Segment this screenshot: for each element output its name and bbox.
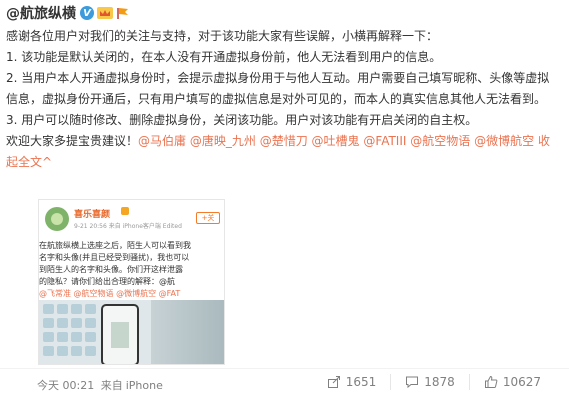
embed-line: @飞常准 @航空物语 @微博航空 @FAT <box>39 288 224 300</box>
post-paragraph: 感谢各位用户对我们的关注与支持，对于该功能大家有些误解，小横再解释一下： <box>6 29 439 43</box>
post-meta: 今天 00:21 来自 iPhone <box>37 377 163 393</box>
suggestion-line: 欢迎大家多提宝贵建议！@马伯庸 @唐映_九州 @楚惜刀 @吐槽鬼 @FATIII… <box>6 131 558 173</box>
post-paragraph: 1. 该功能是默认关闭的，在本人没有开通虚拟身份前，他人无法看到用户的信息。 <box>6 50 442 64</box>
embed-header: 喜乐喜颜 9-21 20:56 来自 iPhone客户端 Edited +关 <box>39 200 224 240</box>
embed-line-text: 在航旅纵横上选座之后，陌生人可以看到我 <box>39 241 191 250</box>
mention-link[interactable]: @唐映_九州 <box>190 134 256 148</box>
embed-line: 在航旅纵横上选座之后，陌生人可以看到我 <box>39 240 224 252</box>
mention-link[interactable]: @微博航空 <box>474 134 534 148</box>
share-icon <box>327 376 340 388</box>
embed-meta: 9-21 20:56 来自 iPhone客户端 Edited <box>74 223 182 230</box>
mention-link[interactable]: @航空物语 <box>410 134 470 148</box>
embed-line-text: 的隐私？请你们给出合理的解释：@航 <box>39 277 175 286</box>
post-paragraph: 2. 当用户本人开通虚拟身份时，会提示虚拟身份用于与他人互动。用户需要自己填写昵… <box>6 71 550 106</box>
comment-icon <box>406 376 419 389</box>
embed-photo-detail <box>151 300 224 364</box>
post-header: @航旅纵横 V <box>6 3 130 23</box>
comment-count: 1878 <box>424 375 455 389</box>
post-actions: 1651 1878 10627 <box>313 374 555 390</box>
embed-text: 在航旅纵横上选座之后，陌生人可以看到我 名字和头像(并且已经受到骚扰)，我也可以… <box>39 240 224 300</box>
embed-follow-button: +关 <box>196 212 220 224</box>
share-count: 1651 <box>345 375 377 389</box>
phone-icon <box>101 304 139 364</box>
embedded-screenshot[interactable]: 喜乐喜颜 9-21 20:56 来自 iPhone客户端 Edited +关 在… <box>38 199 225 365</box>
post-source[interactable]: iPhone <box>126 379 163 392</box>
mention-link[interactable]: @吐槽鬼 <box>312 134 360 148</box>
suggestion-text: 欢迎大家多提宝贵建议！ <box>6 134 139 148</box>
flag-badge-icon[interactable] <box>116 6 130 20</box>
collapse-arrow-icon: ^ <box>42 155 53 169</box>
embed-avatar <box>45 207 69 231</box>
embed-author-name: 喜乐喜颜 <box>74 210 111 220</box>
like-count: 10627 <box>502 375 541 389</box>
like-icon <box>484 375 498 388</box>
weibo-post: @航旅纵横 V 感谢各位用户对我们的关注与支持，对于该功能大家有些误解，小横再解… <box>0 0 569 403</box>
mention-link[interactable]: @楚惜刀 <box>260 134 308 148</box>
embed-line: 到陌生人的名字和头像。你们开这样泄露 <box>39 264 224 276</box>
embed-line: 名字和头像(并且已经受到骚扰)，我也可以 <box>39 252 224 264</box>
embed-line-text: 名字和头像(并且已经受到骚扰)，我也可以 <box>39 253 190 262</box>
embed-line-text: @飞常准 @航空物语 @微博航空 @FAT <box>39 289 181 298</box>
crown-badge-icon[interactable] <box>97 6 113 20</box>
post-paragraph: 3. 用户可以随时修改、删除虚拟身份，关闭该功能。用户对该功能有开启关闭的自主权… <box>6 113 478 127</box>
embed-badge-icon <box>121 207 129 215</box>
share-button[interactable]: 1651 <box>313 374 391 390</box>
mention-link[interactable]: @FATIII <box>363 134 406 148</box>
embed-seat-photo <box>39 300 224 364</box>
post-content: 感谢各位用户对我们的关注与支持，对于该功能大家有些误解，小横再解释一下： 1. … <box>6 26 558 173</box>
embed-line-text: 到陌生人的名字和头像。你们开这样泄露 <box>39 265 183 274</box>
like-button[interactable]: 10627 <box>468 374 555 390</box>
source-prefix: 来自 <box>100 379 123 392</box>
post-time[interactable]: 今天 00:21 <box>37 379 94 392</box>
post-footer: 今天 00:21 来自 iPhone 1651 1878 10627 <box>0 368 569 403</box>
verified-icon[interactable]: V <box>80 6 94 20</box>
comment-button[interactable]: 1878 <box>390 374 469 390</box>
author-name[interactable]: @航旅纵横 <box>6 3 76 23</box>
mention-link[interactable]: @马伯庸 <box>138 134 186 148</box>
embed-line: 的隐私？请你们给出合理的解释：@航 <box>39 276 224 288</box>
